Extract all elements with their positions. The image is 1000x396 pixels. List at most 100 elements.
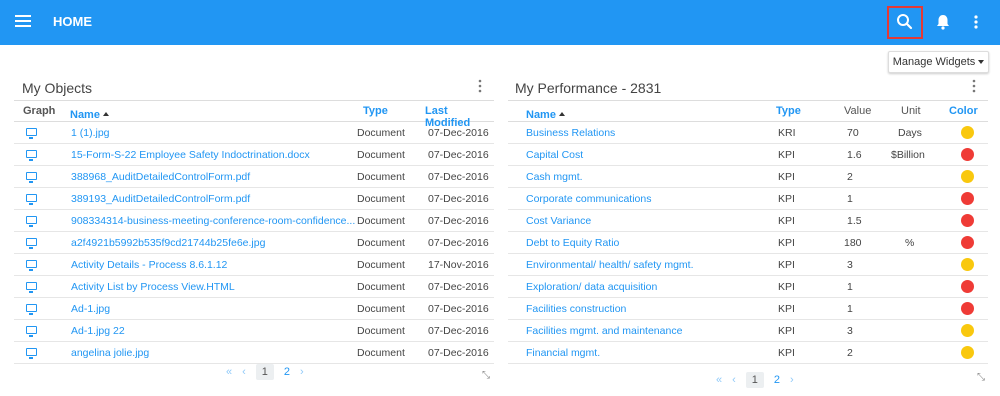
column-header-type[interactable]: Type — [363, 105, 388, 117]
page-2-button[interactable]: 2 — [284, 366, 290, 378]
measure-value: 1 — [847, 193, 853, 205]
hamburger-menu-icon[interactable] — [15, 15, 31, 29]
caret-down-icon — [978, 60, 985, 65]
table-row: Capital Cost KPI 1.6 $Billion — [508, 144, 988, 166]
my-performance-options-button[interactable] — [971, 79, 977, 98]
manage-widgets-dropdown[interactable]: Manage Widgets — [888, 51, 989, 73]
first-page-button[interactable]: « — [716, 374, 722, 386]
my-performance-widget: My Performance - 2831 Name Type Value Un… — [508, 76, 988, 391]
monitor-icon[interactable] — [26, 326, 37, 337]
status-color-indicator — [961, 280, 974, 293]
measure-value: 3 — [847, 259, 853, 271]
first-page-button[interactable]: « — [226, 366, 232, 378]
table-row: Exploration/ data acquisition KPI 1 — [508, 276, 988, 298]
table-row: Corporate communications KPI 1 — [508, 188, 988, 210]
column-name-label: Name — [70, 109, 100, 121]
monitor-icon[interactable] — [26, 194, 37, 205]
measure-value: 2 — [847, 171, 853, 183]
measure-value: 180 — [844, 237, 862, 249]
object-name-link[interactable]: 908334314-business-meeting-conference-ro… — [71, 215, 355, 227]
table-row: 15-Form-S-22 Employee Safety Indoctrinat… — [14, 144, 494, 166]
more-options-button[interactable] — [973, 14, 979, 35]
monitor-icon[interactable] — [26, 348, 37, 359]
page-2-button[interactable]: 2 — [774, 374, 780, 386]
object-name-link[interactable]: a2f4921b5992b535f9cd21744b25fe6e.jpg — [71, 237, 265, 249]
object-modified: 07-Dec-2016 — [428, 303, 489, 315]
monitor-icon[interactable] — [26, 282, 37, 293]
column-header-name[interactable]: Name — [70, 105, 109, 123]
monitor-icon[interactable] — [26, 150, 37, 161]
measure-name-link[interactable]: Financial mgmt. — [526, 347, 600, 359]
measure-unit: Days — [898, 127, 922, 139]
object-name-link[interactable]: 15-Form-S-22 Employee Safety Indoctrinat… — [71, 149, 310, 161]
column-header-color[interactable]: Color — [949, 105, 978, 117]
object-name-link[interactable]: 1 (1).jpg — [71, 127, 110, 139]
object-modified: 07-Dec-2016 — [428, 347, 489, 359]
manage-widgets-label: Manage Widgets — [892, 56, 976, 68]
status-color-indicator — [961, 192, 974, 205]
measure-name-link[interactable]: Debt to Equity Ratio — [526, 237, 619, 249]
object-name-link[interactable]: angelina jolie.jpg — [71, 347, 149, 359]
monitor-icon[interactable] — [26, 128, 37, 139]
measure-name-link[interactable]: Business Relations — [526, 127, 615, 139]
table-row: 1 (1).jpg Document 07-Dec-2016 — [14, 122, 494, 144]
prev-page-button[interactable]: ‹ — [732, 374, 736, 386]
object-type: Document — [357, 347, 405, 359]
table-header: Name Type Value Unit Color — [508, 100, 988, 122]
object-name-link[interactable]: 389193_AuditDetailedControlForm.pdf — [71, 193, 250, 205]
column-header-value: Value — [844, 105, 872, 117]
object-type: Document — [357, 149, 405, 161]
page-1-button[interactable]: 1 — [255, 364, 274, 380]
monitor-icon[interactable] — [26, 260, 37, 271]
object-name-link[interactable]: 388968_AuditDetailedControlForm.pdf — [71, 171, 250, 183]
resize-handle-icon[interactable]: ⤡ — [977, 372, 985, 383]
measure-name-link[interactable]: Corporate communications — [526, 193, 651, 205]
object-modified: 07-Dec-2016 — [428, 149, 489, 161]
page-1-button[interactable]: 1 — [745, 372, 764, 388]
object-type: Document — [357, 303, 405, 315]
measure-name-link[interactable]: Cash mgmt. — [526, 171, 583, 183]
column-header-name[interactable]: Name — [526, 105, 565, 123]
table-header: Graph Name Type Last Modified — [14, 100, 494, 129]
monitor-icon[interactable] — [26, 216, 37, 227]
measure-name-link[interactable]: Capital Cost — [526, 149, 583, 161]
measure-name-link[interactable]: Facilities mgmt. and maintenance — [526, 325, 682, 337]
measure-value: 70 — [847, 127, 859, 139]
measure-name-link[interactable]: Cost Variance — [526, 215, 591, 227]
status-color-indicator — [961, 324, 974, 337]
page-title: HOME — [53, 14, 92, 29]
object-name-link[interactable]: Activity Details - Process 8.6.1.12 — [71, 259, 227, 271]
object-type: Document — [357, 325, 405, 337]
column-header-type[interactable]: Type — [776, 105, 801, 117]
object-name-link[interactable]: Ad-1.jpg 22 — [71, 325, 125, 337]
next-page-button[interactable]: › — [790, 374, 794, 386]
object-name-link[interactable]: Ad-1.jpg — [71, 303, 110, 315]
table-row: Cash mgmt. KPI 2 — [508, 166, 988, 188]
status-color-indicator — [961, 302, 974, 315]
measure-type: KPI — [778, 149, 795, 161]
my-objects-options-button[interactable] — [477, 79, 483, 98]
measure-type: KPI — [778, 303, 795, 315]
my-performance-title: My Performance - 2831 — [515, 80, 662, 96]
monitor-icon[interactable] — [26, 172, 37, 183]
object-type: Document — [357, 281, 405, 293]
object-type: Document — [357, 237, 405, 249]
search-button[interactable] — [887, 6, 923, 39]
resize-handle-icon[interactable]: ⤡ — [482, 370, 490, 381]
notifications-button[interactable] — [936, 14, 950, 35]
prev-page-button[interactable]: ‹ — [242, 366, 246, 378]
measure-value: 3 — [847, 325, 853, 337]
column-header-unit: Unit — [901, 105, 921, 117]
measure-name-link[interactable]: Facilities construction — [526, 303, 626, 315]
next-page-button[interactable]: › — [300, 366, 304, 378]
search-icon — [897, 14, 913, 30]
measure-name-link[interactable]: Environmental/ health/ safety mgmt. — [526, 259, 694, 271]
object-name-link[interactable]: Activity List by Process View.HTML — [71, 281, 235, 293]
table-row: 389193_AuditDetailedControlForm.pdf Docum… — [14, 188, 494, 210]
measure-name-link[interactable]: Exploration/ data acquisition — [526, 281, 657, 293]
status-color-indicator — [961, 236, 974, 249]
monitor-icon[interactable] — [26, 304, 37, 315]
table-row: Ad-1.jpg Document 07-Dec-2016 — [14, 298, 494, 320]
monitor-icon[interactable] — [26, 238, 37, 249]
object-modified: 17-Nov-2016 — [428, 259, 489, 271]
